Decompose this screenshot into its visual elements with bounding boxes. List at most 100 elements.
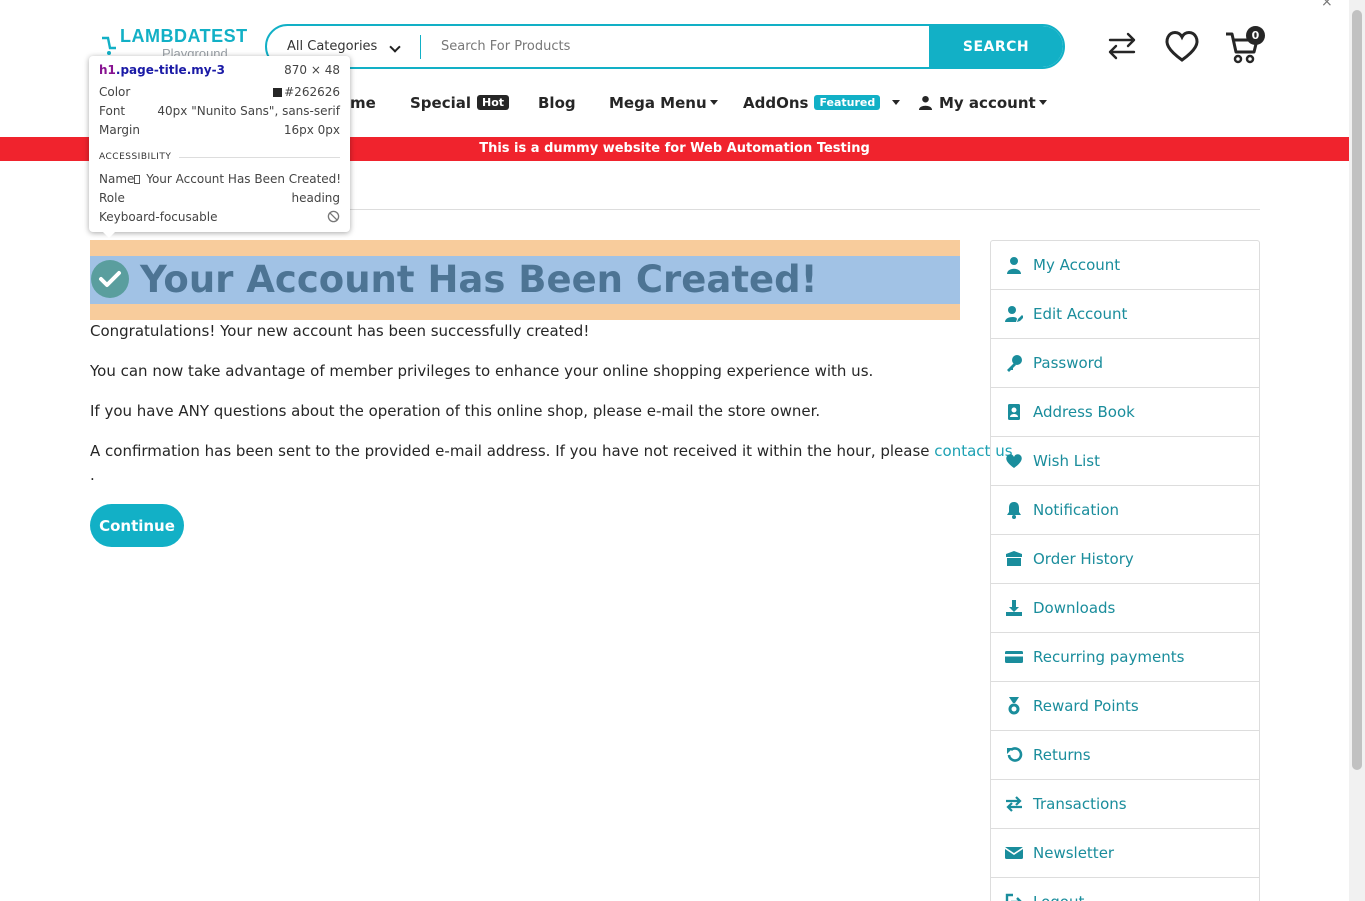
sidebar-item-label: Edit Account: [1033, 305, 1128, 323]
sidebar-item-returns[interactable]: Returns: [991, 731, 1259, 780]
nav-blog[interactable]: Blog: [538, 94, 576, 112]
sidebar-item-address-book[interactable]: Address Book: [991, 388, 1259, 437]
not-focusable-icon: [327, 210, 340, 223]
exchange-icon: [1006, 796, 1022, 812]
accessibility-heading-text: ACCESSIBILITY: [99, 152, 172, 162]
sidebar-item-label: Order History: [1033, 550, 1134, 568]
missing-glyph-icon: [134, 175, 141, 184]
tooltip-role-value: heading: [291, 191, 340, 205]
tooltip-accessibility-heading: ACCESSIBILITY: [99, 152, 340, 162]
questions-message: If you have ANY questions about the oper…: [90, 402, 821, 420]
nav-mega-menu[interactable]: Mega Menu: [609, 94, 718, 112]
logout-icon: [1005, 893, 1022, 901]
user-edit-icon: [1005, 306, 1023, 322]
color-swatch: [273, 88, 283, 97]
tooltip-color-row: Color #262626: [99, 85, 340, 99]
success-message: Congratulations! Your new account has be…: [90, 322, 590, 340]
sidebar-item-transactions[interactable]: Transactions: [991, 780, 1259, 829]
sidebar-item-label: Downloads: [1033, 599, 1116, 617]
tooltip-role-label: Role: [99, 191, 125, 205]
sidebar-item-my-account[interactable]: My Account: [991, 241, 1259, 290]
page-scrollbar-thumb[interactable]: [1352, 10, 1362, 770]
tooltip-font-value: 40px "Nunito Sans", sans-serif: [157, 104, 340, 118]
caret-down-icon: [709, 100, 718, 105]
tooltip-focus-row: Keyboard-focusable: [99, 210, 340, 224]
heart-icon: [1006, 454, 1022, 468]
tooltip-color-value: #262626: [284, 85, 340, 99]
user-icon: [1007, 257, 1021, 274]
sidebar-item-label: Recurring payments: [1033, 648, 1185, 666]
caret-down-icon: [1038, 100, 1047, 105]
caret-down-icon: [892, 100, 901, 105]
tooltip-tag: h1: [99, 63, 116, 77]
undo-icon: [1007, 747, 1023, 762]
user-icon: [918, 95, 933, 110]
key-icon: [1007, 355, 1022, 372]
tooltip-arrow: [101, 230, 117, 238]
tooltip-name-value-wrap: Your Account Has Been Created!: [134, 172, 341, 186]
sidebar-item-edit-account[interactable]: Edit Account: [991, 290, 1259, 339]
sidebar-item-order-history[interactable]: Order History: [991, 535, 1259, 584]
sidebar-item-newsletter[interactable]: Newsletter: [991, 829, 1259, 878]
tooltip-selector-row: h1.page-title.my-3 870 × 48: [99, 63, 340, 77]
featured-badge: Featured: [814, 95, 881, 110]
close-icon[interactable]: ×: [1321, 0, 1333, 10]
logo-cart-icon: [102, 36, 116, 55]
tooltip-margin-value: 16px 0px: [283, 123, 340, 137]
nav-addons[interactable]: AddOns Featured: [743, 94, 901, 112]
tooltip-focus-label: Keyboard-focusable: [99, 210, 218, 224]
medal-icon: [1008, 697, 1020, 715]
nav-home[interactable]: me: [350, 94, 376, 112]
sidebar-item-wish-list[interactable]: Wish List: [991, 437, 1259, 486]
sidebar-item-label: Logout: [1033, 893, 1084, 901]
sidebar-item-password[interactable]: Password: [991, 339, 1259, 388]
envelope-icon: [1005, 847, 1023, 859]
search-button[interactable]: SEARCH: [929, 26, 1063, 67]
sidebar-item-downloads[interactable]: Downloads: [991, 584, 1259, 633]
sidebar-item-label: Password: [1033, 354, 1104, 372]
category-label: All Categories: [287, 39, 378, 54]
cart-count-badge: 0: [1246, 26, 1265, 45]
tooltip-name-label: Name: [99, 172, 135, 186]
check-circle-icon: [91, 260, 129, 298]
box-icon: [1006, 551, 1022, 566]
search-input[interactable]: [421, 26, 929, 67]
sidebar-item-label: Address Book: [1033, 403, 1135, 421]
privileges-message: You can now take advantage of member pri…: [90, 362, 874, 380]
nav-my-account-label: My account: [939, 94, 1036, 112]
continue-button[interactable]: Continue: [90, 504, 184, 547]
confirmation-message: A confirmation has been sent to the prov…: [90, 442, 1013, 460]
sidebar-item-label: My Account: [1033, 256, 1121, 274]
sidebar-item-label: Wish List: [1033, 452, 1100, 470]
sidebar-item-logout[interactable]: Logout: [991, 878, 1259, 901]
account-sidebar: My Account Edit Account Password Address…: [990, 240, 1260, 901]
compare-icon[interactable]: [1102, 26, 1142, 66]
hot-badge: Hot: [477, 95, 510, 110]
tooltip-margin-label: Margin: [99, 123, 140, 137]
sidebar-item-label: Transactions: [1033, 795, 1127, 813]
sidebar-item-reward-points[interactable]: Reward Points: [991, 682, 1259, 731]
confirmation-period: .: [90, 466, 95, 484]
sidebar-item-recurring-payments[interactable]: Recurring payments: [991, 633, 1259, 682]
confirmation-text: A confirmation has been sent to the prov…: [90, 442, 935, 460]
search-bar: All Categories SEARCH: [265, 24, 1065, 69]
credit-card-icon: [1005, 651, 1023, 663]
chevron-down-icon: [389, 41, 401, 53]
devtools-inspect-tooltip: h1.page-title.my-3 870 × 48 Color #26262…: [89, 56, 350, 232]
tooltip-color-label: Color: [99, 85, 131, 99]
tooltip-margin-row: Margin 16px 0px: [99, 123, 340, 137]
tooltip-name-row: Name Your Account Has Been Created!: [99, 172, 341, 186]
nav-home-label: me: [350, 94, 376, 112]
page-title: Your Account Has Been Created!: [140, 258, 818, 301]
nav-special[interactable]: Special Hot: [410, 94, 510, 112]
tooltip-font-label: Font: [99, 104, 126, 118]
nav-my-account[interactable]: My account: [918, 94, 1047, 112]
tooltip-selector: h1.page-title.my-3: [99, 63, 225, 77]
sidebar-item-notification[interactable]: Notification: [991, 486, 1259, 535]
sidebar-item-label: Newsletter: [1033, 844, 1115, 862]
download-icon: [1006, 600, 1022, 616]
wishlist-heart-icon[interactable]: [1162, 26, 1202, 66]
nav-special-label: Special: [410, 94, 472, 112]
address-book-icon: [1008, 404, 1020, 420]
nav-addons-label: AddOns: [743, 94, 809, 112]
